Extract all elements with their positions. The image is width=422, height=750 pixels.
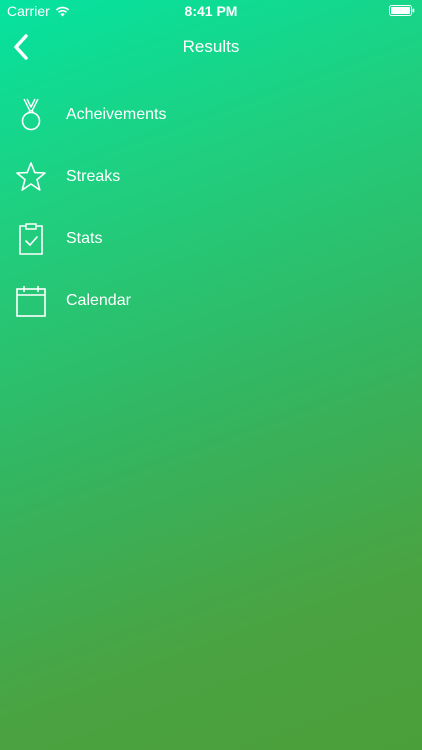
calendar-icon	[14, 281, 48, 321]
menu-item-label: Streaks	[66, 168, 121, 185]
medal-icon	[14, 95, 48, 135]
menu-item-calendar[interactable]: Calendar	[0, 270, 422, 332]
menu-item-label: Calendar	[66, 292, 131, 309]
results-screen: Carrier 8:41 PM Results Acheivements Str…	[0, 0, 422, 750]
star-icon	[14, 157, 48, 197]
nav-bar: Results	[0, 22, 422, 72]
results-menu: Acheivements Streaks Stats Calendar	[0, 84, 422, 332]
page-title: Results	[182, 37, 240, 56]
menu-item-streaks[interactable]: Streaks	[0, 146, 422, 208]
menu-item-label: Acheivements	[66, 106, 167, 123]
status-bar: Carrier 8:41 PM	[0, 0, 422, 22]
status-time: 8:41 PM	[184, 3, 238, 19]
battery-icon	[389, 5, 415, 16]
menu-item-achievements[interactable]: Acheivements	[0, 84, 422, 146]
menu-item-stats[interactable]: Stats	[0, 208, 422, 270]
clipboard-check-icon	[14, 219, 48, 259]
menu-item-label: Stats	[66, 230, 103, 247]
